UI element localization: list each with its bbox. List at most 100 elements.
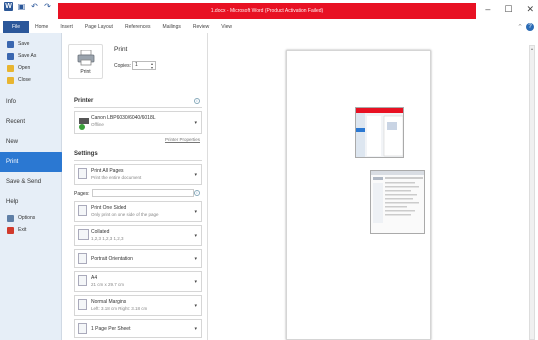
- window-title: 1.docx - Microsoft Word (Product Activat…: [210, 8, 324, 14]
- nav-save-as[interactable]: Save As: [0, 50, 61, 62]
- chevron-down-icon: ▾: [194, 302, 197, 309]
- setting-main: Print One Sided: [91, 205, 127, 211]
- info-icon[interactable]: i: [194, 98, 200, 104]
- setting-main: A4: [91, 275, 98, 281]
- help-icon[interactable]: ?: [526, 23, 534, 31]
- save-icon: [7, 40, 14, 48]
- nav-print[interactable]: Print: [0, 152, 67, 172]
- printer-status: Offline: [91, 122, 104, 127]
- undo-icon[interactable]: ↶: [30, 2, 39, 11]
- pages-icon: [78, 168, 87, 179]
- printer-properties-link[interactable]: Printer Properties: [165, 137, 200, 142]
- tab-mailings[interactable]: Mailings: [157, 21, 187, 33]
- minimize-ribbon-icon[interactable]: ⌃: [517, 23, 523, 31]
- paper-size-dropdown[interactable]: A4 21 cm x 29.7 cm ▾: [74, 271, 202, 292]
- printer-name: Canon LBP6030/6040/6018L: [91, 115, 156, 121]
- scroll-up-icon[interactable]: ▴: [530, 46, 534, 52]
- tab-home[interactable]: Home: [29, 21, 54, 33]
- title-bar-highlight: 1.docx - Microsoft Word (Product Activat…: [58, 3, 476, 19]
- settings-section-title: Settings: [74, 151, 98, 157]
- pages-per-sheet-icon: [78, 323, 87, 334]
- copies-stepper[interactable]: 1 ▴ ▾: [132, 61, 156, 70]
- collation-dropdown[interactable]: Collated 1,2,3 1,2,3 1,2,3 ▾: [74, 225, 202, 246]
- backstage-nav: Save Save As Open Close Info Recent New …: [0, 33, 67, 340]
- printer-icon: [77, 50, 95, 66]
- window-controls: – ☐ ✕: [485, 4, 534, 15]
- nav-close-label: Close: [18, 77, 31, 83]
- setting-main: Normal Margins: [91, 299, 127, 305]
- pages-input[interactable]: [92, 189, 194, 197]
- print-button-label: Print: [80, 69, 91, 75]
- nav-exit[interactable]: Exit: [0, 224, 61, 236]
- printer-dropdown[interactable]: Canon LBP6030/6040/6018L Offline ▾: [74, 111, 202, 134]
- nav-new[interactable]: New: [0, 132, 61, 152]
- nav-save[interactable]: Save: [0, 38, 61, 50]
- open-folder-icon: [7, 64, 14, 72]
- tab-file[interactable]: File: [3, 21, 29, 33]
- divider: [74, 160, 202, 161]
- title-bar: W ▣ ↶ ↷ 1.docx - Microsoft Word (Product…: [0, 0, 538, 21]
- setting-main: Print All Pages: [91, 168, 124, 174]
- maximize-button[interactable]: ☐: [504, 4, 512, 15]
- chevron-down-icon: ▾: [194, 119, 197, 126]
- nav-options[interactable]: Options: [0, 212, 61, 224]
- setting-sub: Only print on one side of the page: [91, 212, 159, 217]
- print-range-dropdown[interactable]: Print All Pages Print the entire documen…: [74, 164, 202, 185]
- preview-screenshot-image: [370, 170, 425, 234]
- collated-icon: [78, 229, 89, 240]
- nav-save-send[interactable]: Save & Send: [0, 172, 61, 192]
- tab-page-layout[interactable]: Page Layout: [79, 21, 119, 33]
- tab-references[interactable]: References: [119, 21, 157, 33]
- nav-save-as-label: Save As: [18, 53, 37, 59]
- info-icon[interactable]: i: [194, 190, 200, 196]
- chevron-down-icon: ▾: [194, 208, 197, 215]
- print-heading: Print: [114, 46, 128, 53]
- margins-icon: [78, 299, 87, 310]
- ribbon-help-area: ⌃ ?: [517, 23, 534, 31]
- divider: [74, 107, 202, 108]
- nav-recent[interactable]: Recent: [0, 112, 61, 132]
- copies-value: 1: [135, 62, 138, 68]
- nav-exit-label: Exit: [18, 227, 27, 233]
- margins-dropdown[interactable]: Normal Margins Left: 3.18 cm Right: 3.18…: [74, 295, 202, 316]
- printer-section-title: Printer: [74, 98, 94, 104]
- preview-screenshot-image: [355, 107, 404, 158]
- close-folder-icon: [7, 76, 14, 84]
- pages-per-sheet-dropdown[interactable]: 1 Page Per Sheet ▾: [74, 319, 202, 338]
- nav-open-label: Open: [18, 65, 31, 71]
- ribbon-tabs: File Home Insert Page Layout References …: [0, 21, 538, 33]
- setting-sub: 21 cm x 29.7 cm: [91, 282, 125, 287]
- word-app-icon[interactable]: W: [4, 2, 13, 11]
- tab-view[interactable]: View: [215, 21, 238, 33]
- paper-size-icon: [78, 275, 87, 286]
- save-icon[interactable]: ▣: [17, 2, 26, 11]
- preview-scrollbar[interactable]: ▴: [529, 45, 535, 340]
- nav-open[interactable]: Open: [0, 62, 61, 74]
- nav-options-label: Options: [18, 215, 36, 221]
- chevron-down-icon: ▾: [194, 171, 197, 178]
- spin-arrows-icon[interactable]: ▴ ▾: [151, 62, 153, 70]
- setting-sub: Print the entire document: [91, 175, 142, 180]
- setting-sub: Left: 3.18 cm Right: 3.18 cm: [91, 306, 148, 311]
- print-settings-panel: Print Print Copies: 1 ▴ ▾ Printer i Canon…: [62, 33, 208, 340]
- portrait-icon: [78, 253, 87, 264]
- orientation-dropdown[interactable]: Portrait Orientation ▾: [74, 249, 202, 268]
- minimize-button[interactable]: –: [485, 4, 490, 15]
- exit-icon: [7, 226, 14, 234]
- tab-insert[interactable]: Insert: [54, 21, 79, 33]
- chevron-down-icon: ▾: [194, 255, 197, 262]
- nav-help[interactable]: Help: [0, 192, 61, 212]
- save-as-icon: [7, 52, 14, 60]
- chevron-down-icon: ▾: [194, 325, 197, 332]
- nav-info[interactable]: Info: [0, 92, 61, 112]
- setting-main: Collated: [91, 229, 110, 235]
- copies-label: Copies:: [114, 63, 131, 69]
- close-window-button[interactable]: ✕: [526, 4, 534, 15]
- redo-icon[interactable]: ↷: [43, 2, 52, 11]
- tab-review[interactable]: Review: [187, 21, 215, 33]
- sides-dropdown[interactable]: Print One Sided Only print on one side o…: [74, 201, 202, 222]
- nav-close[interactable]: Close: [0, 74, 61, 86]
- preview-page: [286, 50, 431, 340]
- setting-sub: 1,2,3 1,2,3 1,2,3: [91, 236, 124, 241]
- print-button[interactable]: Print: [68, 44, 103, 79]
